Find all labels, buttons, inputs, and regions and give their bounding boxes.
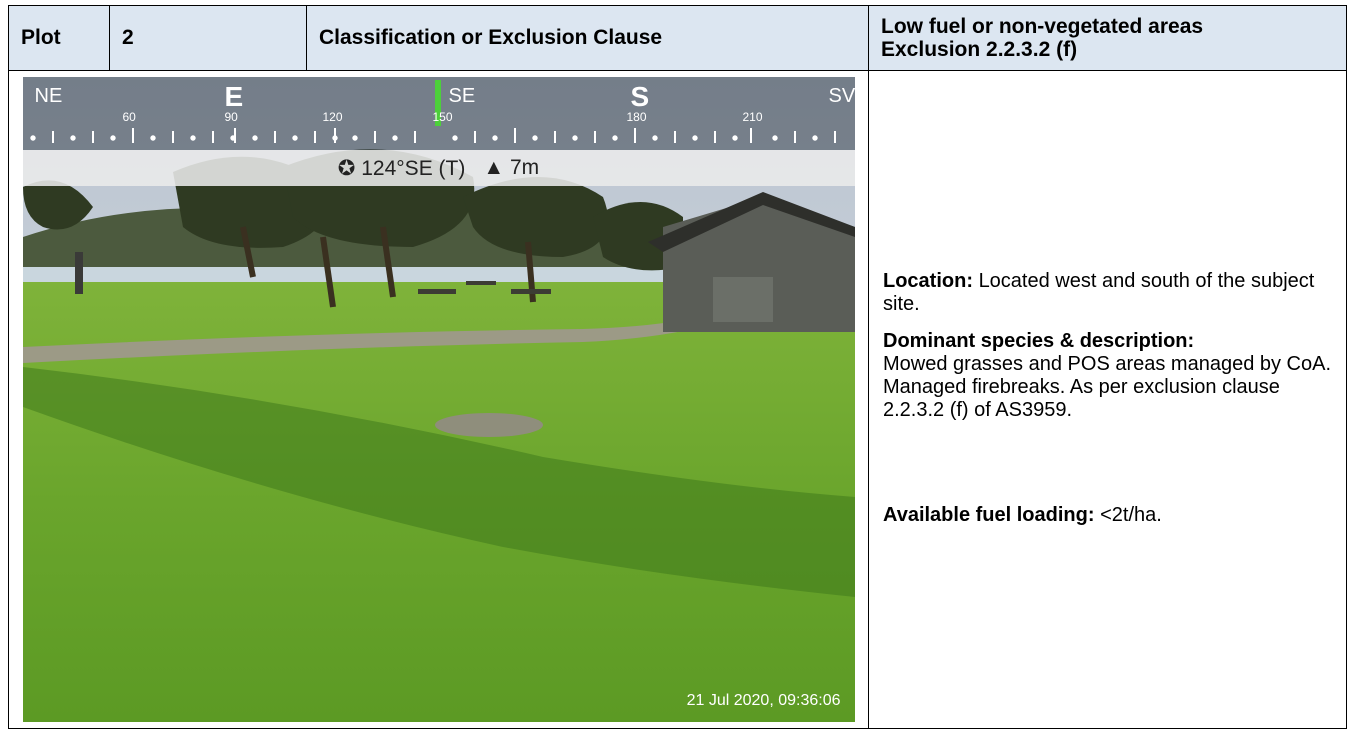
degree-180: 180 bbox=[626, 110, 647, 124]
species-label: Dominant species & description: bbox=[883, 330, 1195, 352]
location-label: Location: bbox=[883, 270, 973, 292]
degree-120: 120 bbox=[322, 110, 343, 124]
degree-90: 90 bbox=[224, 110, 238, 124]
cardinal-ne: NE bbox=[34, 85, 63, 107]
description-cell: Location: Located west and south of the … bbox=[868, 70, 1347, 729]
plot-table: Plot 2 Classification or Exclusion Claus… bbox=[8, 5, 1347, 729]
cardinal-s: S bbox=[630, 81, 650, 112]
species-paragraph: Dominant species & description: Mowed gra… bbox=[883, 330, 1332, 422]
plot-label: Plot bbox=[8, 5, 110, 71]
altitude-group: ▲ 7m bbox=[483, 156, 539, 180]
classification-value-line1: Low fuel or non-vegetated areas bbox=[881, 15, 1204, 38]
cardinal-se: SE bbox=[448, 85, 476, 107]
compass-rose-icon: ✪ bbox=[337, 156, 356, 180]
altitude-triangle-icon: ▲ bbox=[483, 156, 505, 179]
cardinal-sv: SV bbox=[828, 85, 855, 107]
altitude-value: 7m bbox=[510, 156, 540, 179]
fuel-paragraph: Available fuel loading: <2t/ha. bbox=[883, 504, 1332, 527]
site-photo: NE E SE S SV 60 90 120 150 180 210 ✪ 124… bbox=[22, 77, 855, 722]
degree-210: 210 bbox=[742, 110, 763, 124]
plot-number: 2 bbox=[109, 5, 307, 71]
photo-timestamp: 21 Jul 2020, 09:36:06 bbox=[686, 692, 841, 709]
degree-150: 150 bbox=[432, 110, 453, 124]
body-row: NE E SE S SV 60 90 120 150 180 210 ✪ 124… bbox=[8, 70, 1347, 729]
page: Plot 2 Classification or Exclusion Claus… bbox=[0, 0, 1353, 729]
compass-bar: NE E SE S SV 60 90 120 150 180 210 bbox=[22, 77, 855, 150]
fuel-label: Available fuel loading: bbox=[883, 504, 1095, 526]
cardinal-e: E bbox=[224, 81, 244, 112]
heading-group: ✪ 124°SE (T) bbox=[338, 156, 466, 181]
fuel-text: <2t/ha. bbox=[1100, 504, 1162, 526]
classification-value-line2: Exclusion 2.2.3.2 (f) bbox=[881, 38, 1078, 61]
heading-value: 124°SE (T) bbox=[361, 156, 466, 180]
classification-value: Low fuel or non-vegetated areas Exclusio… bbox=[868, 5, 1347, 71]
species-text: Mowed grasses and POS areas managed by C… bbox=[883, 353, 1332, 421]
compass-ticks bbox=[29, 128, 836, 143]
location-paragraph: Location: Located west and south of the … bbox=[883, 270, 1332, 316]
photo-cell: NE E SE S SV 60 90 120 150 180 210 ✪ 124… bbox=[8, 70, 869, 729]
degree-60: 60 bbox=[122, 110, 136, 124]
heading-readout: ✪ 124°SE (T) ▲ 7m bbox=[22, 150, 855, 186]
header-row: Plot 2 Classification or Exclusion Claus… bbox=[8, 5, 1347, 71]
classification-label: Classification or Exclusion Clause bbox=[306, 5, 869, 71]
